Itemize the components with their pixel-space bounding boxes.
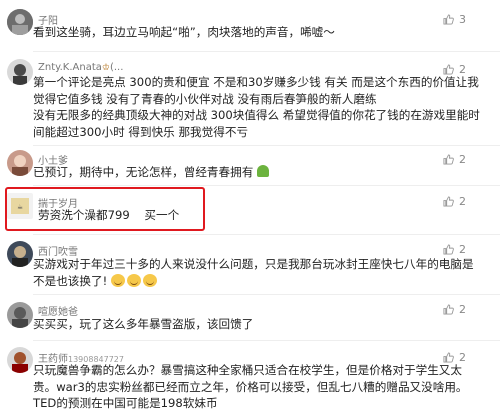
avatar[interactable]	[7, 9, 33, 35]
like-count: 2	[459, 195, 466, 208]
thumbs-up-icon	[443, 64, 454, 75]
comment-line: 买游戏对于年过三十多的人来说没什么问题，只是我那台玩冰封王座快七八年的电脑是	[33, 257, 474, 271]
like-button[interactable]: 2	[443, 303, 466, 316]
grin-emoji-icon	[126, 273, 141, 287]
like-count: 2	[459, 351, 466, 364]
plant-emoji-icon	[256, 165, 269, 177]
comment-line: 觉得它值多钱 没有了青春的小伙伴对战 没有雨后春笋般的新人磨练	[33, 91, 377, 106]
divider	[33, 234, 500, 235]
comment-line: TED的预测在中国可能是198软妹币	[33, 396, 218, 410]
divider	[33, 51, 500, 52]
avatar[interactable]	[7, 241, 33, 267]
highlight-box	[5, 187, 205, 231]
like-button[interactable]: 2	[443, 153, 466, 166]
comment-text: 第一个评论是亮点 300的贵和便宜 不是和30岁赚多少钱 有关 而是这个东西的价…	[33, 74, 480, 140]
comment-line: 贵。war3的忠实粉丝都已经而立之年，价格可以接受，但乱七八糟的赠品又没啥用。	[33, 379, 468, 394]
grin-emoji-icon	[142, 273, 157, 287]
like-count: 2	[459, 153, 466, 166]
avatar[interactable]	[7, 59, 33, 85]
avatar[interactable]	[7, 347, 33, 373]
thumbs-up-icon	[443, 196, 454, 207]
username-suffix: (...	[109, 62, 124, 73]
grin-emoji-icon	[110, 273, 125, 287]
like-button[interactable]: 2	[443, 195, 466, 208]
comment-line: 已预订，期待中，无论怎样，曾经青春拥有	[33, 164, 465, 181]
comment-line: 只玩魔兽争霸的怎么办？暴雪搞这种全家桶只适合在校学生，但是价格对于学生又太	[33, 363, 462, 377]
comment-text: 买买买，玩了这么多年暴雪盗版，该回馈了	[33, 316, 465, 333]
like-button[interactable]: 3	[443, 13, 466, 26]
like-count: 3	[459, 13, 466, 26]
thumbs-up-icon	[443, 14, 454, 25]
comment-line: 没有无限多的经典顶级大神的对战 300块值得么 希望觉得值的你花了钱的在游戏里能…	[33, 108, 480, 122]
comment-text: 买游戏对于年过三十多的人来说没什么问题，只是我那台玩冰封王座快七八年的电脑是 不…	[33, 256, 474, 290]
username-text: Znty.K.Anata	[38, 62, 102, 73]
like-count: 2	[459, 63, 466, 76]
thumbs-up-icon	[443, 304, 454, 315]
vip-icon: ♔	[101, 63, 110, 73]
comment-text: 只玩魔兽争霸的怎么办？暴雪搞这种全家桶只适合在校学生，但是价格对于学生又太 贵。…	[33, 362, 468, 412]
divider	[33, 294, 500, 295]
comment-line: 买买买，玩了这么多年暴雪盗版，该回馈了	[33, 317, 254, 331]
divider	[33, 340, 500, 341]
comment-line: 间能超过300小时 得到快乐 那我觉得不亏	[33, 124, 249, 139]
avatar[interactable]	[7, 150, 33, 176]
comment-line-text: 已预订，期待中，无论怎样，曾经青春拥有	[33, 165, 254, 179]
avatar[interactable]	[7, 302, 33, 328]
thumbs-up-icon	[443, 154, 454, 165]
divider	[33, 185, 500, 186]
comment-line: 不是也该换了!	[33, 273, 465, 290]
comment-text: 已预订，期待中，无论怎样，曾经青春拥有	[33, 164, 465, 181]
like-button[interactable]: 2	[443, 63, 466, 76]
divider	[33, 145, 500, 146]
comment-text: 看到这坐骑，耳边立马响起“啪”，肉块落地的声音，唏嘘～	[33, 24, 465, 41]
like-count: 2	[459, 243, 466, 256]
comment-line: 看到这坐骑，耳边立马响起“啪”，肉块落地的声音，唏嘘～	[33, 25, 335, 39]
thumbs-up-icon	[443, 244, 454, 255]
like-button[interactable]: 2	[443, 243, 466, 256]
username[interactable]: Znty.K.Anata♔(...	[38, 62, 123, 73]
comment-line-text: 不是也该换了!	[33, 273, 108, 288]
thumbs-up-icon	[443, 352, 454, 363]
like-button[interactable]: 2	[443, 351, 466, 364]
comment-line: 第一个评论是亮点 300的贵和便宜 不是和30岁赚多少钱 有关 而是这个东西的价…	[33, 75, 479, 89]
like-count: 2	[459, 303, 466, 316]
